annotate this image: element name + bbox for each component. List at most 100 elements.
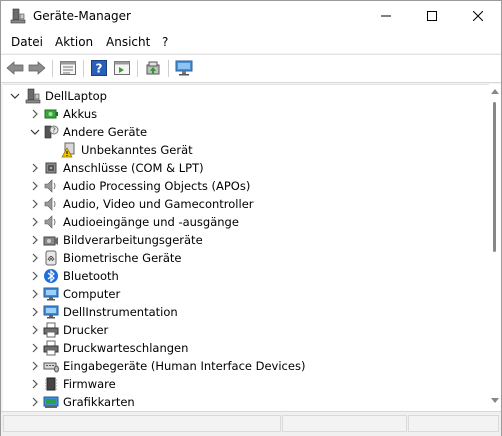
status-segment [408,415,499,432]
status-segment [3,415,281,432]
expand-chevron-icon[interactable] [29,108,41,120]
fingerprint-icon [45,250,57,266]
device-tree[interactable]: DellLaptop Akkus? Andere Geräte Unbekannte… [3,84,489,412]
toolbar-separator [52,60,53,77]
camera-icon [43,236,58,246]
scan-hardware-icon [175,60,193,76]
expand-chevron-icon[interactable] [29,180,41,192]
tree-category[interactable]: DellInstrumentation [3,303,489,321]
window-title: Geräte-Manager [33,9,131,23]
minimize-button[interactable] [363,1,409,31]
expand-chevron-icon[interactable] [29,324,41,336]
hid-icon [43,362,59,373]
tree-category[interactable]: Drucker [3,321,489,339]
expand-chevron-icon[interactable] [29,270,41,282]
port-icon [45,162,57,174]
display-adapter-icon [43,396,59,408]
tree-category[interactable]: Druckwarteschlangen [3,339,489,357]
speaker-icon [44,215,56,229]
scan-hardware-button[interactable] [175,59,193,77]
tree-category[interactable]: Firmware [3,375,489,393]
monitor-icon [43,305,59,319]
minimize-icon [381,15,391,17]
tree-category[interactable]: Audio, Video und Gamecontroller [3,195,489,213]
tree-category[interactable]: Computer [3,285,489,303]
device-manager-window: Geräte-Manager Datei Aktion Ansicht ? ? [0,0,502,436]
svg-text:?: ? [96,62,103,76]
collapse-chevron-icon[interactable] [9,90,21,102]
tree-category[interactable]: Anschlüsse (COM & LPT) [3,159,489,177]
expand-chevron-icon[interactable] [29,360,41,372]
scroll-thumb[interactable] [493,102,496,252]
tree-item-label: Anschlüsse (COM & LPT) [63,161,204,175]
battery-icon [44,109,58,119]
unknown-device-warning-icon [61,142,75,158]
expand-chevron-icon[interactable] [29,234,41,246]
toolbar-separator [137,60,138,77]
collapse-chevron-icon[interactable] [29,126,41,138]
help-icon: ? [91,60,107,76]
vertical-scrollbar[interactable] [489,84,501,411]
toolbar-separator [83,60,84,77]
help-button[interactable]: ? [90,59,108,77]
expand-chevron-icon[interactable] [29,216,41,228]
action-view-button[interactable] [113,59,131,77]
tree-category[interactable]: Bluetooth [3,267,489,285]
other-devices-icon: ? [44,125,59,139]
expand-chevron-icon[interactable] [29,306,41,318]
tree-category[interactable]: Audioeingänge und -ausgänge [3,213,489,231]
scroll-down-icon[interactable] [491,398,499,404]
expand-chevron-icon[interactable] [29,396,41,408]
tree-item-label: Bluetooth [63,269,119,283]
status-segment [282,415,407,432]
back-arrow-icon [6,61,24,75]
firmware-chip-icon [45,377,57,391]
expand-chevron-icon[interactable] [29,252,41,264]
tree-category[interactable]: Grafikkarten [3,393,489,411]
tree-item-label: Druckwarteschlangen [63,341,189,355]
tree-item-label: Audioeingänge und -ausgänge [63,215,239,229]
update-driver-button[interactable] [144,59,162,77]
menu-ansicht[interactable]: Ansicht [106,35,150,49]
expand-chevron-icon[interactable] [29,342,41,354]
tree-item-label: Audio, Video und Gamecontroller [63,197,254,211]
expand-chevron-icon[interactable] [29,378,41,390]
forward-button[interactable] [28,59,46,77]
close-button[interactable] [455,1,501,31]
tree-category[interactable]: Bildverarbeitungsgeräte [3,231,489,249]
update-driver-icon [146,61,160,75]
tree-item-label: Eingabegeräte (Human Interface Devices) [63,359,306,373]
tree-category[interactable]: Biometrische Geräte [3,249,489,267]
tree-item-label: Akkus [63,107,98,121]
toolbar-separator [168,60,169,77]
properties-button[interactable] [59,59,77,77]
expand-chevron-icon[interactable] [29,162,41,174]
title-bar[interactable]: Geräte-Manager [1,1,501,31]
menu-help[interactable]: ? [162,35,168,49]
tree-child-item[interactable]: Unbekanntes Gerät [3,141,489,159]
close-icon [473,11,483,21]
printer-icon [43,322,59,338]
tree-category[interactable]: Audio Processing Objects (APOs) [3,177,489,195]
menu-bar: Datei Aktion Ansicht ? [1,31,501,53]
menu-aktion[interactable]: Aktion [55,35,93,49]
tree-root[interactable]: DellLaptop [3,87,489,105]
svg-text:?: ? [52,127,56,135]
speaker-icon [44,197,56,211]
scroll-up-icon[interactable] [491,88,499,94]
tree-category[interactable]: Akkus [3,105,489,123]
tree-item-label: Grafikkarten [63,395,135,409]
back-button[interactable] [6,59,24,77]
expand-chevron-icon[interactable] [29,198,41,210]
printer-icon [43,340,59,356]
menu-datei[interactable]: Datei [11,35,43,49]
expand-chevron-icon[interactable] [29,288,41,300]
monitor-icon [43,287,59,301]
maximize-icon [427,11,437,21]
maximize-button[interactable] [409,1,455,31]
bluetooth-icon [44,269,58,283]
tree-category[interactable]: ? Andere Geräte [3,123,489,141]
tree-category[interactable]: Eingabegeräte (Human Interface Devices) [3,357,489,375]
tree-item-label: Andere Geräte [63,125,148,139]
computer-tower-icon [25,88,41,104]
